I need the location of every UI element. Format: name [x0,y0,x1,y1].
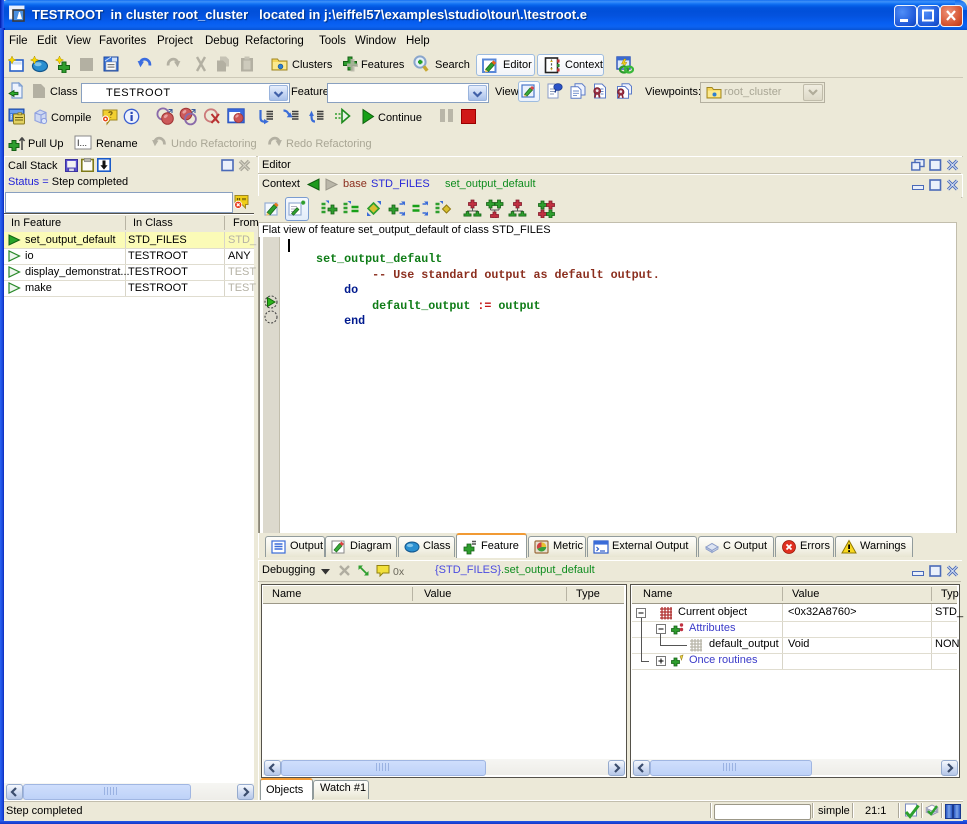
svg-text:I...: I... [77,138,87,148]
